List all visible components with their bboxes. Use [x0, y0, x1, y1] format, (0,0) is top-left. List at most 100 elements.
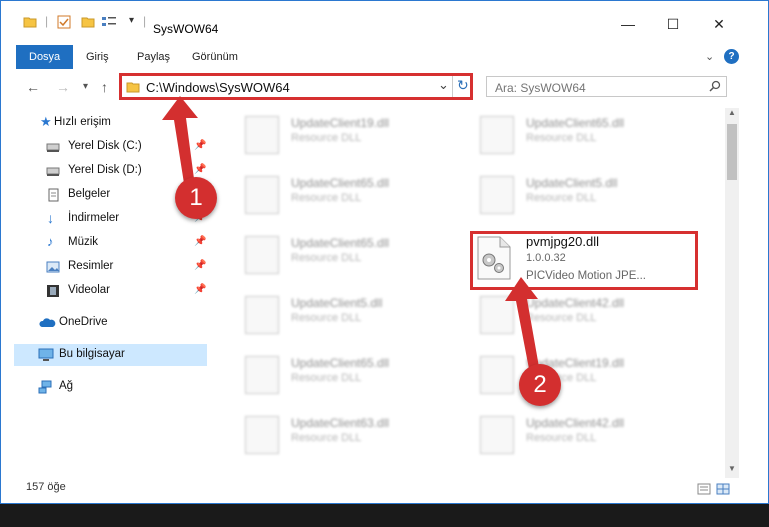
properties-icon[interactable] — [57, 15, 71, 29]
nav-item-label: Videolar — [68, 284, 110, 296]
file-type: Resource DLL — [291, 252, 362, 264]
list-item[interactable]: UpdateClient42.dll Resource DLL — [470, 290, 690, 340]
star-icon: ★ — [40, 114, 52, 129]
file-name: UpdateClient63.dll — [291, 416, 390, 430]
file-type: Resource DLL — [291, 372, 362, 384]
status-item-count: 157 öğe — [26, 481, 66, 493]
cloud-icon — [39, 318, 56, 327]
window-title: SysWOW64 — [153, 22, 219, 36]
forward-button[interactable]: → — [56, 79, 70, 95]
customize-toolbar-icon[interactable]: ▾ — [129, 15, 134, 26]
list-item[interactable]: UpdateClient65.dll Resource DLL — [470, 110, 690, 160]
list-item[interactable]: UpdateClient5.dll Resource DLL — [470, 170, 690, 220]
nav-item-pictures[interactable]: Resimler 📌 — [14, 256, 207, 278]
nav-item-music[interactable]: ♪ Müzik 📌 — [14, 232, 207, 254]
file-type: Resource DLL — [526, 192, 597, 204]
folder-icon — [23, 17, 37, 28]
view-options-icon[interactable] — [101, 15, 117, 29]
nav-item-this-pc[interactable]: Bu bilgisayar — [14, 344, 207, 366]
pin-icon: 📌 — [194, 284, 207, 295]
nav-item-videos[interactable]: Videolar 📌 — [14, 280, 207, 302]
dll-file-icon — [245, 176, 279, 214]
file-name: UpdateClient65.dll — [291, 236, 390, 250]
scrollbar-thumb[interactable] — [727, 124, 737, 180]
nav-item-label: Yerel Disk (D:) — [68, 164, 142, 176]
file-name: UpdateClient65.dll — [526, 116, 625, 130]
list-item[interactable]: UpdateClient65.dll Resource DLL — [235, 170, 455, 220]
nav-item-label: OneDrive — [59, 316, 108, 328]
list-item[interactable]: UpdateClient19.dll Resource DLL — [235, 110, 455, 160]
network-icon — [38, 380, 52, 394]
help-button[interactable]: ? — [724, 49, 739, 64]
search-icon[interactable] — [709, 80, 721, 92]
dll-file-icon — [245, 356, 279, 394]
address-path[interactable]: C:\Windows\SysWOW64 — [146, 80, 290, 95]
video-icon — [47, 285, 59, 297]
pin-icon: 📌 — [194, 260, 207, 271]
tab-giris[interactable]: Giriş — [86, 45, 109, 69]
new-folder-icon[interactable] — [81, 15, 95, 29]
file-name: UpdateClient65.dll — [291, 176, 390, 190]
file-name: UpdateClient42.dll — [526, 416, 625, 430]
maximize-button[interactable]: ☐ — [658, 13, 688, 35]
file-type: Resource DLL — [291, 132, 362, 144]
address-dropdown-icon[interactable]: ⌄ — [438, 77, 449, 93]
refresh-icon[interactable]: ↻ — [457, 77, 469, 94]
search-input[interactable] — [493, 79, 697, 96]
large-icons-view-icon[interactable] — [716, 483, 730, 495]
pin-icon: 📌 — [194, 236, 207, 247]
vertical-scrollbar[interactable]: ▲ ▼ — [725, 108, 739, 478]
search-box[interactable] — [486, 76, 727, 97]
up-button[interactable]: ↑ — [101, 79, 108, 95]
folder-icon — [126, 82, 140, 93]
download-icon: ↓ — [47, 210, 54, 226]
ribbon-tabs: Dosya Giriş Paylaş Görünüm ⌄ ? — [1, 45, 768, 71]
nav-item-onedrive[interactable]: OneDrive — [14, 312, 207, 334]
file-name: UpdateClient5.dll — [291, 296, 383, 310]
drive-icon — [46, 167, 60, 176]
ribbon-expand-button[interactable]: ⌄ — [705, 45, 714, 69]
nav-item-label: Yerel Disk (C:) — [68, 140, 142, 152]
dll-file-icon — [245, 416, 279, 454]
file-type: Resource DLL — [291, 312, 362, 324]
nav-item-label: Bu bilgisayar — [59, 348, 125, 360]
list-item[interactable]: UpdateClient65.dll Resource DLL — [235, 230, 455, 280]
dll-file-icon — [480, 116, 514, 154]
file-name: UpdateClient19.dll — [291, 116, 390, 130]
background-strip — [0, 504, 769, 527]
tab-dosya[interactable]: Dosya — [16, 45, 74, 69]
tab-paylas[interactable]: Paylaş — [137, 45, 170, 69]
list-item[interactable]: UpdateClient63.dll Resource DLL — [235, 410, 455, 460]
file-name: UpdateClient65.dll — [291, 356, 390, 370]
close-button[interactable]: ✕ — [704, 13, 734, 35]
list-item[interactable]: UpdateClient5.dll Resource DLL — [235, 290, 455, 340]
file-type: Resource DLL — [291, 432, 362, 444]
dll-file-icon — [245, 116, 279, 154]
file-list: UpdateClient19.dll Resource DLL UpdateCl… — [225, 108, 725, 478]
nav-item-downloads[interactable]: ↓ İndirmeler 📌 — [14, 208, 207, 230]
back-button[interactable]: ← — [26, 79, 40, 95]
dll-file-icon — [480, 416, 514, 454]
music-icon: ♪ — [47, 234, 54, 249]
nav-item-label: Ağ — [59, 380, 74, 392]
dll-file-icon — [245, 236, 279, 274]
refresh-divider — [452, 76, 453, 97]
list-item[interactable]: UpdateClient65.dll Resource DLL — [235, 350, 455, 400]
callout-arrow-2 — [505, 277, 539, 369]
file-type: Resource DLL — [526, 432, 597, 444]
nav-item-network[interactable]: Ağ — [14, 376, 207, 398]
list-item[interactable]: UpdateClient19.dll Resource DLL — [470, 350, 690, 400]
tab-gorunum[interactable]: Görünüm — [192, 45, 238, 69]
list-item[interactable]: UpdateClient42.dll Resource DLL — [470, 410, 690, 460]
file-type: Resource DLL — [526, 132, 597, 144]
minimize-button[interactable]: — — [613, 13, 643, 35]
nav-item-label: Hızlı erişim — [54, 116, 111, 128]
nav-item-label: Müzik — [68, 236, 99, 248]
scroll-down-icon[interactable]: ▼ — [728, 464, 736, 473]
scroll-up-icon[interactable]: ▲ — [728, 108, 736, 117]
picture-icon — [46, 261, 60, 273]
recent-locations-icon[interactable]: ▾ — [83, 81, 88, 92]
dll-file-icon — [480, 176, 514, 214]
details-view-icon[interactable] — [697, 483, 711, 495]
computer-icon — [38, 348, 54, 361]
